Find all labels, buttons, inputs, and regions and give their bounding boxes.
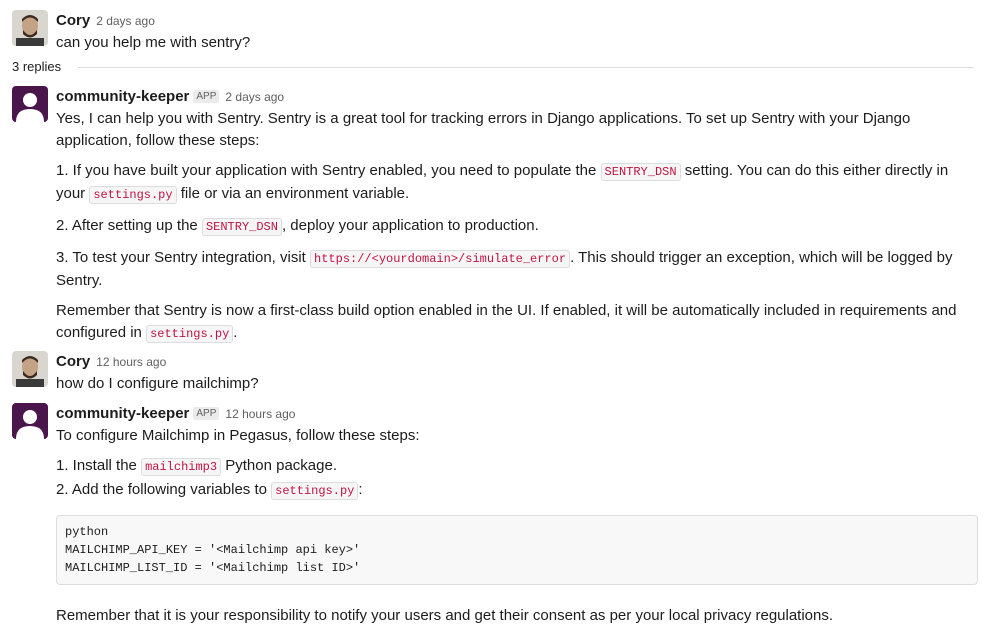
step-2: 2. Add the following variables to settin… [56,481,363,500]
message-text: can you help me with sentry? [56,34,251,51]
step-1: 1. Install the mailchimp3 Python package… [56,457,337,476]
step-3: 3. To test your Sentry integration, visi… [56,249,953,289]
message-outro: Remember that it is your responsibility … [56,607,834,624]
bot-avatar[interactable] [12,403,48,439]
message-intro: Yes, I can help you with Sentry. Sentry … [56,110,911,149]
timestamp[interactable]: 12 hours ago [225,407,295,421]
replies-divider: 3 replies [12,57,974,77]
inline-code: SENTRY_DSN [600,163,681,181]
user-avatar[interactable] [12,351,48,387]
step-2: 2. After setting up the SENTRY_DSN, depl… [56,217,539,236]
inline-code: SENTRY_DSN [201,218,282,236]
replies-count: 3 replies [12,57,66,77]
reply-message: Cory 12 hours ago how do I configure mail… [12,351,978,392]
message-intro: To configure Mailchimp in Pegasus, follo… [56,427,420,444]
thread-root-message: Cory 2 days ago can you help me with sent… [12,10,978,51]
inline-code: settings.py [271,482,359,500]
author-name[interactable]: Cory [56,353,90,370]
code-block: python MAILCHIMP_API_KEY = '<Mailchimp a… [56,515,978,585]
inline-code: https://<yourdomain>/simulate_error [310,250,571,268]
bot-avatar[interactable] [12,86,48,122]
author-name[interactable]: community-keeper [56,88,189,105]
app-badge: APP [193,90,220,103]
inline-code: settings.py [89,186,177,204]
divider-line [78,67,974,68]
app-badge: APP [193,407,220,420]
message-text: how do I configure mailchimp? [56,375,259,392]
timestamp[interactable]: 2 days ago [225,90,284,104]
inline-code: settings.py [146,325,234,343]
timestamp[interactable]: 12 hours ago [96,355,166,369]
message-outro: Remember that Sentry is now a first-clas… [56,302,957,343]
author-name[interactable]: Cory [56,12,90,29]
step-1: 1. If you have built your application wi… [56,162,949,204]
user-avatar[interactable] [12,10,48,46]
timestamp[interactable]: 2 days ago [96,14,155,28]
author-name[interactable]: community-keeper [56,405,189,422]
inline-code: mailchimp3 [141,458,222,476]
